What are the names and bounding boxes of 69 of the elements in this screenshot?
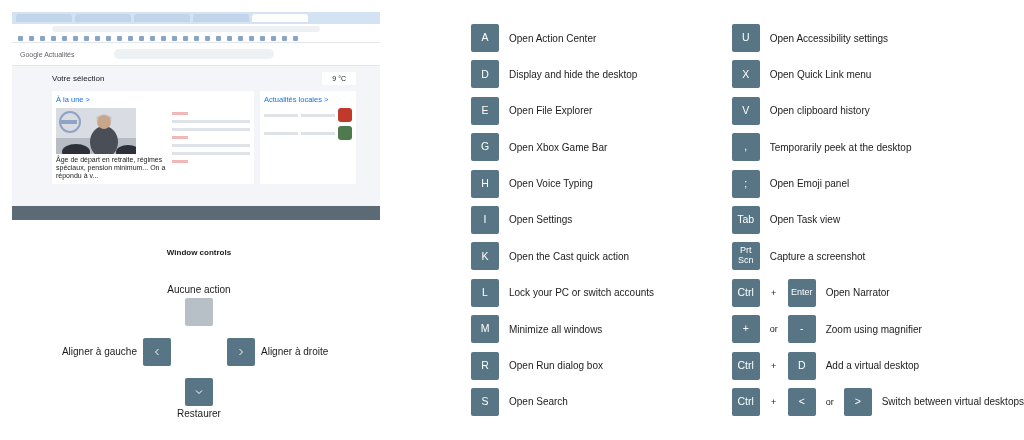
shortcut-description: Open Task view <box>769 214 841 226</box>
key-separator: + <box>770 287 778 298</box>
key-separator: or <box>768 324 779 335</box>
shortcut-description: Add a virtual desktop <box>825 360 920 371</box>
key-cap: Ctrl <box>731 351 760 380</box>
key-cap: Ctrl <box>731 278 760 307</box>
browser-tab[interactable] <box>252 14 308 22</box>
key-cap: < <box>787 387 816 416</box>
key-separator: or <box>824 396 835 407</box>
key-cap: V <box>731 96 760 125</box>
key-cap: - <box>787 315 816 344</box>
shortcut-description: Capture a screenshot <box>769 250 866 262</box>
key-cap: Prt Scn <box>731 242 760 271</box>
chevron-left-icon <box>152 347 162 357</box>
thumbnail <box>338 126 352 140</box>
key-separator: + <box>770 396 778 407</box>
control-label: Aucune action <box>167 284 231 296</box>
control-label: Aligner à gauche <box>60 346 137 358</box>
key-cap: I <box>471 205 499 234</box>
key-cap: G <box>471 133 499 162</box>
key-cap: Tab <box>731 205 760 234</box>
shortcut-description: Open File Explorer <box>509 105 593 117</box>
key-cap: A <box>471 24 499 52</box>
shortcut-description: Open Run dialog box <box>509 360 603 371</box>
key-cap: M <box>471 315 499 344</box>
shortcut-description: Open Narrator <box>825 287 890 299</box>
shortcut-description: Open Voice Typing <box>509 178 593 190</box>
key-cap: ; <box>731 169 760 198</box>
thumbnail <box>338 108 352 122</box>
key-cap: > <box>843 387 872 416</box>
shortcut-description: Display and hide the desktop <box>509 68 638 80</box>
shortcut-description: Open the Cast quick action <box>509 250 630 262</box>
key-separator: + <box>770 360 778 371</box>
snap-left-key[interactable] <box>143 338 171 366</box>
shortcut-description: Open Accessibility settings <box>769 32 889 44</box>
key-cap: Ctrl <box>731 387 760 416</box>
key-cap: D <box>787 351 816 380</box>
shortcut-description: Temporarily peek at the desktop <box>769 141 912 153</box>
key-cap: S <box>471 387 499 416</box>
shortcut-description: Open Xbox Game Bar <box>509 141 608 153</box>
control-label: Restaurer <box>177 408 221 420</box>
key-cap: Enter <box>787 278 816 307</box>
shortcut-description: Open clipboard history <box>769 105 870 117</box>
shortcut-description: Open Emoji panel <box>769 178 850 190</box>
key-cap: R <box>471 351 499 380</box>
shortcut-description: Open Quick Link menu <box>769 68 872 80</box>
shortcut-description: Open Settings <box>509 214 573 226</box>
key-cap: L <box>471 278 499 307</box>
key-cap: E <box>471 96 499 125</box>
chevron-right-icon <box>236 347 246 357</box>
snap-right-key[interactable] <box>227 338 255 366</box>
shortcut-description: Open Action Center <box>509 32 597 44</box>
shortcut-description: Minimize all windows <box>509 323 603 335</box>
key-cap: H <box>471 169 499 198</box>
key-cap: U <box>731 24 760 52</box>
key-cap: X <box>731 60 760 89</box>
section-title: Window controls <box>166 248 232 258</box>
page-title: Votre sélection <box>52 74 105 83</box>
chevron-down-icon <box>194 387 204 397</box>
key-cap: , <box>731 133 760 162</box>
key-cap: K <box>471 242 499 271</box>
shortcut-description: Open Search <box>509 396 568 408</box>
key-cap: + <box>731 315 760 344</box>
key-cap: D <box>471 60 499 89</box>
shortcut-description: Lock your PC or switch accounts <box>509 287 655 299</box>
control-label: Aligner à droite <box>261 346 330 358</box>
snap-down-key[interactable] <box>185 378 213 406</box>
shortcut-description: Zoom using magnifier <box>825 323 922 335</box>
shortcut-description: Switch between virtual desktops <box>881 396 1024 408</box>
